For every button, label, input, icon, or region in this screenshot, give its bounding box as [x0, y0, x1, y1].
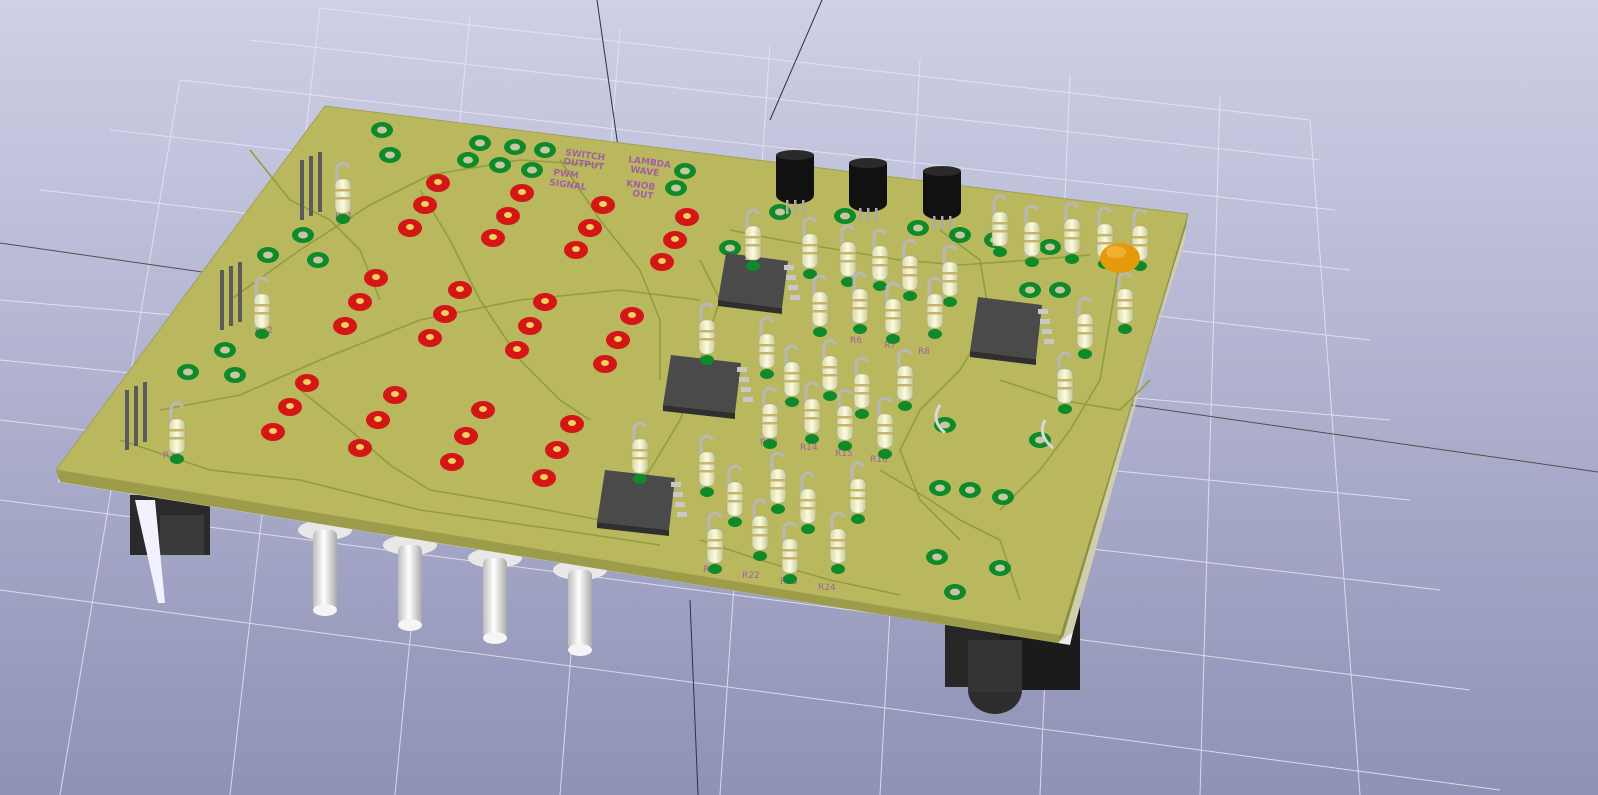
- through-hole-pad: [1019, 282, 1041, 298]
- led-pad: [348, 293, 372, 311]
- through-hole-pad: [944, 584, 966, 600]
- through-hole-pad: [907, 220, 929, 236]
- through-hole-pad: [214, 342, 236, 358]
- through-hole-pad: [926, 549, 948, 565]
- through-hole-pad: [504, 139, 526, 155]
- led-pad: [606, 331, 630, 349]
- led-pad: [295, 374, 319, 392]
- led-pad: [496, 207, 520, 225]
- through-hole-pad: [665, 180, 687, 196]
- led-pad: [413, 196, 437, 214]
- led-pad: [448, 281, 472, 299]
- through-hole-pad: [534, 142, 556, 158]
- led-pad: [510, 184, 534, 202]
- led-pad: [518, 317, 542, 335]
- led-pad: [418, 329, 442, 347]
- through-hole-pad: [1039, 239, 1061, 255]
- through-hole-pad: [989, 560, 1011, 576]
- through-hole-pad: [521, 162, 543, 178]
- led-pad: [348, 439, 372, 457]
- led-pad: [675, 208, 699, 226]
- pin-header: [220, 262, 242, 330]
- through-hole-pad: [292, 227, 314, 243]
- led-pad: [426, 174, 450, 192]
- led-pad: [366, 411, 390, 429]
- led-pad: [471, 401, 495, 419]
- led-pad: [564, 241, 588, 259]
- led-pad: [333, 317, 357, 335]
- through-hole-pad: [949, 227, 971, 243]
- pcb-3d-viewport[interactable]: SWITCH OUTPUT PWM SIGNAL LAMBDA WAVE KNO…: [0, 0, 1598, 795]
- pin-header: [125, 382, 147, 450]
- through-hole-pad: [307, 252, 329, 268]
- ref-r24: R24: [818, 583, 836, 593]
- electrolytic-capacitor[interactable]: [1100, 243, 1140, 273]
- led-pad: [650, 253, 674, 271]
- led-pad: [454, 427, 478, 445]
- led-pad: [364, 269, 388, 287]
- through-hole-pad: [674, 163, 696, 179]
- through-hole-pad: [1029, 432, 1051, 448]
- through-hole-pad: [177, 364, 199, 380]
- led-pad: [440, 453, 464, 471]
- led-pad: [533, 293, 557, 311]
- led-pad: [560, 415, 584, 433]
- led-pad: [433, 305, 457, 323]
- through-hole-pad: [489, 157, 511, 173]
- through-hole-pad: [469, 135, 491, 151]
- led-pad: [593, 355, 617, 373]
- led-pad: [545, 441, 569, 459]
- led-pad: [398, 219, 422, 237]
- led-pad: [591, 196, 615, 214]
- ref-r14: R14: [800, 443, 818, 453]
- led-pad: [663, 231, 687, 249]
- ref-r6: R6: [850, 336, 862, 346]
- through-hole-pad: [379, 147, 401, 163]
- through-hole-pad: [959, 482, 981, 498]
- through-hole-pad: [992, 489, 1014, 505]
- through-hole-pad: [929, 480, 951, 496]
- ref-r8: R8: [918, 347, 930, 357]
- through-hole-pad: [1049, 282, 1071, 298]
- through-hole-pad: [457, 152, 479, 168]
- through-hole-pad: [257, 247, 279, 263]
- led-pad: [383, 386, 407, 404]
- led-pad: [578, 219, 602, 237]
- led-pad: [278, 398, 302, 416]
- led-pad: [481, 229, 505, 247]
- pcb-3d-scene: SWITCH OUTPUT PWM SIGNAL LAMBDA WAVE KNO…: [0, 0, 1598, 795]
- led-pad: [261, 423, 285, 441]
- ref-r22: R22: [742, 571, 760, 581]
- led-pad: [620, 307, 644, 325]
- through-hole-pad: [371, 122, 393, 138]
- led-pad: [505, 341, 529, 359]
- through-hole-pad: [834, 208, 856, 224]
- led-pad: [532, 469, 556, 487]
- through-hole-pad: [224, 367, 246, 383]
- pin-header: [300, 152, 322, 220]
